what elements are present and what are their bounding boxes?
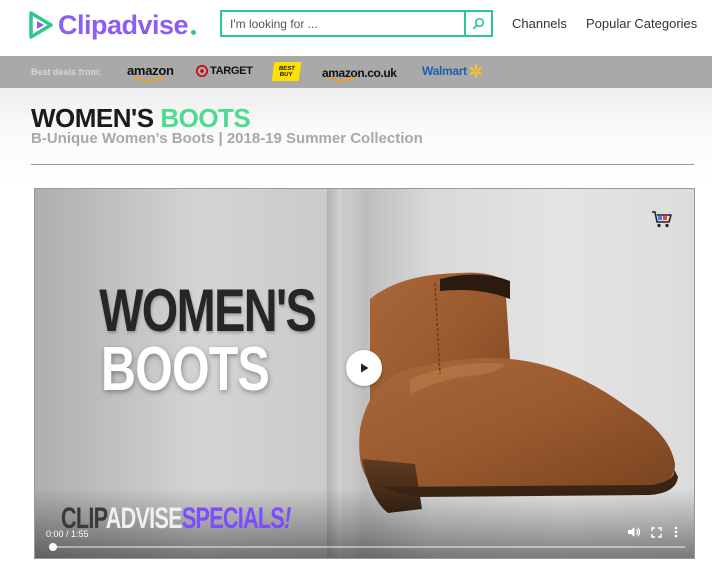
title-section: WOMEN'S BOOTS B-Unique Women's Boots | 2… (0, 88, 712, 188)
play-button[interactable] (346, 350, 382, 386)
logo[interactable]: Clipadvise (28, 8, 197, 42)
volume-button[interactable] (627, 525, 641, 539)
store-amazon[interactable]: amazon (127, 62, 174, 82)
store-bestbuy-label: BEST BUY (278, 65, 296, 78)
video-overlay-text-women: WOMEN'S (99, 277, 317, 344)
store-walmart[interactable]: Walmart (422, 64, 483, 78)
brand-part-specials: SPECIALS (181, 502, 285, 535)
video-brand-text: CLIPADVISESPECIALS! (61, 503, 291, 535)
amazon-uk-smile-icon (327, 77, 355, 82)
deals-bar: Best deals from: amazon TARGET BEST BUY … (0, 56, 712, 88)
video-overlay-text-boots: BOOTS (100, 335, 270, 404)
target-logo-icon (196, 65, 208, 77)
logo-text: Clipadvise (58, 9, 189, 40)
cart-icon[interactable] (651, 209, 673, 229)
amazon-smile-icon (133, 77, 165, 82)
play-icon (361, 363, 369, 373)
page-title-part1: WOMEN'S (31, 103, 154, 133)
more-options-button[interactable] (669, 525, 683, 539)
store-target-label: TARGET (210, 65, 253, 77)
store-bestbuy[interactable]: BEST BUY (271, 62, 302, 81)
volume-icon (628, 527, 641, 537)
store-walmart-label: Walmart (422, 64, 467, 78)
more-options-icon (674, 526, 678, 538)
nav-popular-categories[interactable]: Popular Categories (586, 16, 697, 31)
search-input[interactable] (222, 12, 464, 35)
video-time: 0:00 / 1:55 (46, 529, 89, 539)
boot-image (359, 272, 678, 513)
logo-play-icon (29, 11, 53, 39)
search-icon (472, 17, 485, 30)
page-subtitle: B-Unique Women's Boots | 2018-19 Summer … (31, 130, 423, 147)
store-amazon-uk[interactable]: amazon.co.uk (322, 64, 397, 82)
fullscreen-button[interactable] (649, 525, 663, 539)
fullscreen-icon (650, 526, 662, 538)
store-amazon-label: amazon (127, 63, 174, 78)
store-target[interactable]: TARGET (196, 65, 253, 77)
logo-dot (191, 29, 197, 35)
search-button[interactable] (464, 12, 491, 35)
deals-label: Best deals from: (31, 67, 102, 77)
walmart-spark-icon (469, 64, 483, 78)
divider (31, 164, 694, 165)
progress-knob[interactable] (49, 543, 57, 551)
site-header: Clipadvise Channels Popular Categories (0, 0, 712, 56)
video-player[interactable]: WOMEN'S BOOTS CLIPADVISESPECIALS! 0:00 /… (34, 188, 695, 559)
progress-bar[interactable] (49, 543, 685, 551)
bestbuy-logo-icon: BEST BUY (271, 62, 302, 81)
brand-part-exclamation: ! (284, 502, 291, 535)
page-title-part2: BOOTS (160, 103, 251, 133)
search-bar (220, 10, 493, 37)
brand-part-advise: ADVISE (105, 502, 183, 535)
nav-channels[interactable]: Channels (512, 16, 567, 31)
